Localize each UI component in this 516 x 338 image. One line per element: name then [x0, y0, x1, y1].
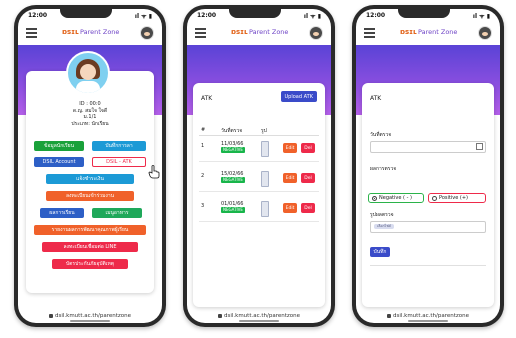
dsil-logo: ɒsɪʟ: [231, 28, 248, 36]
negative-radio-option[interactable]: Negative ( - ): [368, 193, 424, 203]
row-number: 1: [201, 143, 205, 149]
edit-button[interactable]: Edit: [283, 143, 297, 153]
phone-screen: 12:00 ıl ᯤ ▮ ɒsɪʟ Parent Zone ID : 00:0 …: [18, 9, 162, 323]
date-label: วันที่ตรวจ: [370, 132, 392, 138]
positive-radio[interactable]: [432, 195, 437, 201]
status-time: 12:00: [366, 12, 386, 19]
lock-icon: [386, 313, 391, 318]
user-avatar-icon[interactable]: [478, 26, 492, 40]
dsil-account-button[interactable]: DSIL Account: [34, 157, 84, 167]
phone-atk-list: 12:00 ıl ᯤ ▮ ɒsɪʟ Parent Zone ATK Upload…: [183, 5, 335, 327]
phone-screen: 12:00 ıl ᯤ ▮ ɒsɪʟ Parent Zone ATK วันที่…: [356, 9, 500, 323]
footer-url: dsil.kmutt.ac.th/parentzone: [18, 313, 162, 319]
result-badge: NEGATIVE: [221, 177, 245, 183]
home-indicator: [239, 320, 279, 322]
phone-atk-form: 12:00 ıl ᯤ ▮ ɒsɪʟ Parent Zone ATK วันที่…: [352, 5, 504, 327]
phone-screen: 12:00 ıl ᯤ ▮ ɒsɪʟ Parent Zone ATK Upload…: [187, 9, 331, 323]
student-info: ID : 00:0 ด.ญ. สมใจ ใจดี ม.1/1 ประเภท: น…: [26, 101, 154, 127]
save-button[interactable]: บันทึก: [370, 247, 390, 257]
lock-icon: [217, 313, 222, 318]
negative-radio[interactable]: [372, 195, 377, 201]
pointer-hand-icon: [148, 165, 160, 179]
atk-image-thumbnail[interactable]: [261, 171, 269, 187]
atk-title: ATK: [201, 95, 213, 102]
choose-file-button[interactable]: เลือกไฟล์: [374, 224, 394, 229]
table-row: 3 01/01/66 NEGATIVE Edit Del: [199, 197, 319, 222]
col-date: วันที่ตรวจ: [221, 128, 243, 134]
phone-profile-menu: 12:00 ıl ᯤ ▮ ɒsɪʟ Parent Zone ID : 00:0 …: [14, 5, 166, 327]
hamburger-menu-icon[interactable]: [26, 28, 37, 38]
atk-table-header: # วันที่ตรวจ รูป: [199, 125, 319, 136]
result-badge: NEGATIVE: [221, 207, 245, 213]
profile-card: ID : 00:0 ด.ญ. สมใจ ใจดี ม.1/1 ประเภท: น…: [26, 71, 154, 293]
positive-radio-option[interactable]: Positive (+): [428, 193, 486, 203]
date-input[interactable]: [370, 141, 486, 153]
notify-payment-button[interactable]: แจ้งชำระเงิน: [46, 174, 134, 184]
col-image: รูป: [261, 128, 267, 134]
file-input[interactable]: เลือกไฟล์: [370, 221, 486, 233]
atk-list-card: ATK Upload ATK # วันที่ตรวจ รูป 1 11/03/…: [193, 83, 325, 307]
image-label: รูปผลตรวจ: [370, 212, 394, 218]
phone-notch: [398, 9, 450, 18]
footer-url: dsil.kmutt.ac.th/parentzone: [187, 313, 331, 319]
home-indicator: [70, 320, 110, 322]
transcript-button[interactable]: ผลการเรียน: [40, 208, 84, 218]
result-badge: NEGATIVE: [221, 147, 245, 153]
status-time: 12:00: [28, 12, 48, 19]
register-activity-button[interactable]: ลงทะเบียนเข้าร่วมงาน: [46, 191, 134, 201]
col-number: #: [201, 127, 206, 133]
result-label: ผลการตรวจ: [370, 166, 397, 172]
lock-icon: [48, 313, 53, 318]
leave-record-button[interactable]: บันทึกการลา: [92, 141, 146, 151]
dsil-logo: ɒsɪʟ: [400, 28, 417, 36]
development-report-button[interactable]: รายงานผลการพัฒนาคุณภาพผู้เรียน: [34, 225, 146, 235]
table-row: 1 11/03/66 NEGATIVE Edit Del: [199, 137, 319, 162]
student-status: ประเภท: นักเรียน: [71, 120, 109, 127]
table-row: 2 15/02/66 NEGATIVE Edit Del: [199, 167, 319, 192]
app-title: Parent Zone: [418, 28, 458, 36]
delete-button[interactable]: Del: [301, 203, 315, 213]
app-bar: ɒsɪʟ Parent Zone: [18, 23, 162, 43]
student-avatar: [66, 51, 110, 95]
calendar-icon[interactable]: [476, 143, 483, 150]
hamburger-menu-icon[interactable]: [364, 28, 375, 38]
atk-form-title: ATK: [370, 95, 382, 102]
register-line-button[interactable]: ลงทะเบียนเชื่อมต่อ LINE: [42, 242, 138, 252]
edit-button[interactable]: Edit: [283, 203, 297, 213]
phone-notch: [229, 9, 281, 18]
hamburger-menu-icon[interactable]: [195, 28, 206, 38]
user-avatar-icon[interactable]: [309, 26, 323, 40]
status-time: 12:00: [197, 12, 217, 19]
app-title: Parent Zone: [80, 28, 120, 36]
canteen-menu-button[interactable]: เมนูอาหาร: [92, 208, 142, 218]
atk-image-thumbnail[interactable]: [261, 141, 269, 157]
positive-label: Positive (+): [439, 195, 468, 201]
phone-notch: [60, 9, 112, 18]
status-icons: ıl ᯤ ▮: [472, 13, 490, 20]
footer-url: dsil.kmutt.ac.th/parentzone: [356, 313, 500, 319]
row-number: 2: [201, 173, 205, 179]
student-info-button[interactable]: ข้อมูลนักเรียน: [34, 141, 84, 151]
home-indicator: [408, 320, 448, 322]
delete-button[interactable]: Del: [301, 143, 315, 153]
divider: [370, 265, 486, 266]
negative-label: Negative ( - ): [379, 195, 412, 201]
user-avatar-icon[interactable]: [140, 26, 154, 40]
atk-form-card: ATK วันที่ตรวจ ผลการตรวจ Negative ( - ) …: [362, 83, 494, 307]
edit-button[interactable]: Edit: [283, 173, 297, 183]
app-title: Parent Zone: [249, 28, 289, 36]
dsil-atk-button[interactable]: DSIL - ATK: [92, 157, 146, 167]
app-bar: ɒsɪʟ Parent Zone: [187, 23, 331, 43]
app-bar: ɒsɪʟ Parent Zone: [356, 23, 500, 43]
accident-insurance-button[interactable]: บัตรประกันภัยอุบัติเหตุ: [52, 259, 128, 269]
dsil-logo: ɒsɪʟ: [62, 28, 79, 36]
status-icons: ıl ᯤ ▮: [303, 13, 321, 20]
delete-button[interactable]: Del: [301, 173, 315, 183]
status-icons: ıl ᯤ ▮: [134, 13, 152, 20]
atk-image-thumbnail[interactable]: [261, 201, 269, 217]
row-number: 3: [201, 203, 205, 209]
upload-atk-button[interactable]: Upload ATK: [280, 91, 317, 102]
